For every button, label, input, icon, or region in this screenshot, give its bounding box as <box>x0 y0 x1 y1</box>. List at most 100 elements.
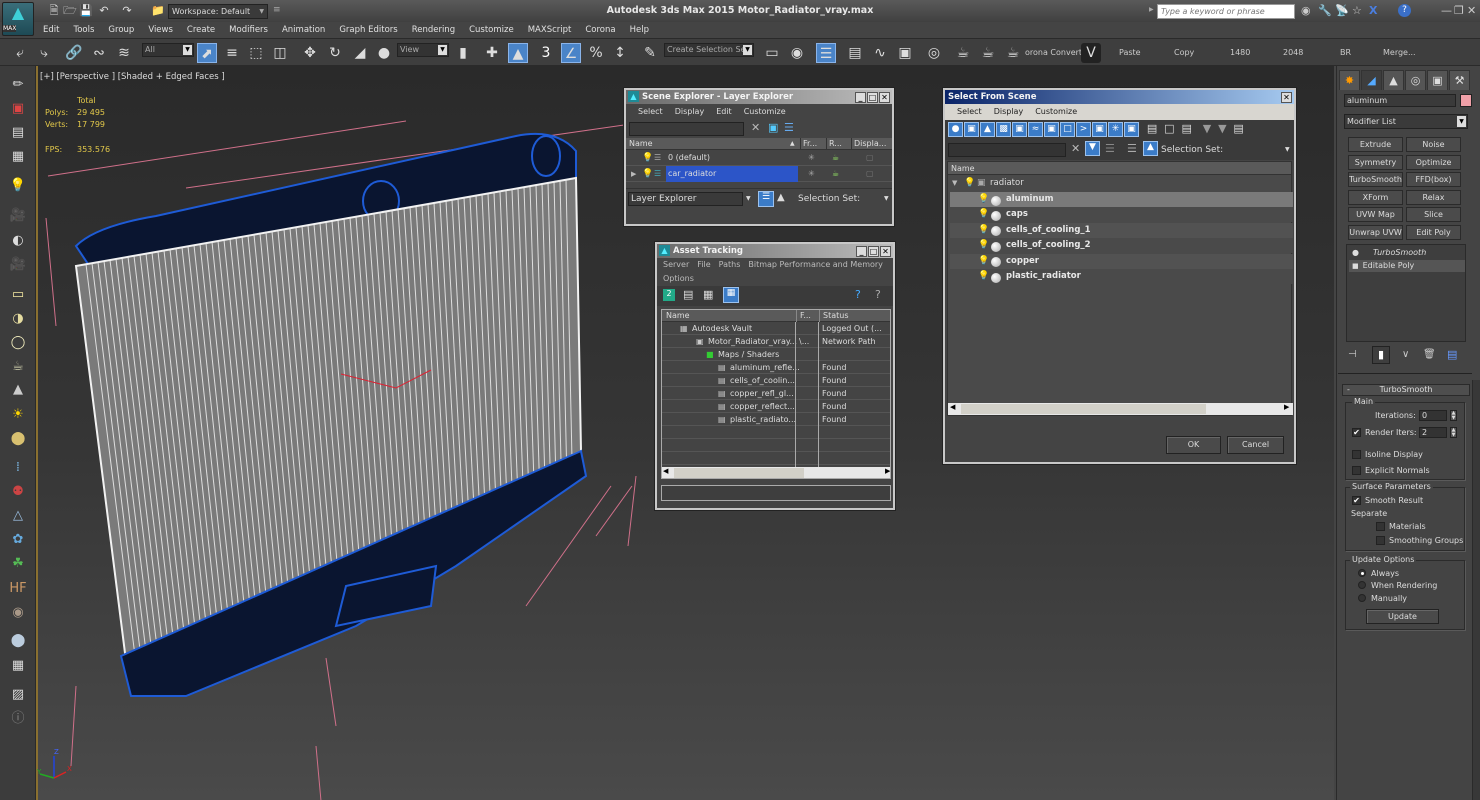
materials-checkbox[interactable] <box>1376 522 1385 531</box>
undo-icon[interactable]: ↶ <box>97 4 111 17</box>
render-iters-spinner[interactable]: 2 <box>1419 427 1447 438</box>
material-editor-icon[interactable]: ◎ <box>924 43 944 63</box>
modifier-button-noise[interactable]: Noise <box>1406 137 1461 152</box>
render-teapot-icon[interactable]: ☕ <box>832 150 839 166</box>
filter-icon[interactable]: ▼ <box>1203 122 1211 135</box>
menu-create[interactable]: Create <box>180 22 222 38</box>
display-invert-icon[interactable]: ▤ <box>1181 122 1191 135</box>
open-file-icon[interactable]: 🗁 <box>63 4 77 17</box>
scene-object-row[interactable]: 💡 cells_of_cooling_1 <box>950 222 1293 238</box>
modifier-button-edit-poly[interactable]: Edit Poly <box>1406 224 1461 240</box>
edit-named-selection-icon[interactable]: ✎ <box>640 43 660 63</box>
display-groups-icon[interactable]: ▣ <box>1044 122 1059 137</box>
layers-icon[interactable]: ☰ <box>1127 142 1137 155</box>
smoothing-groups-checkbox[interactable] <box>1376 536 1385 545</box>
command-panel-scrollbar[interactable] <box>1472 380 1480 800</box>
bind-to-space-warp-icon[interactable]: ≋ <box>114 43 134 63</box>
lightbulb-icon[interactable]: 💡 <box>978 238 989 253</box>
modifier-button-unwrap-uvw[interactable]: Unwrap UVW <box>1348 224 1403 240</box>
lightbulb-icon[interactable]: 💡 <box>978 269 989 284</box>
menu-corona[interactable]: Corona <box>578 22 622 38</box>
menu-edit[interactable]: Edit <box>710 104 738 120</box>
horizontal-scrollbar[interactable]: ◀ ▶ <box>948 403 1293 415</box>
light-lister-icon[interactable]: 💡 <box>8 177 28 195</box>
column-full-path[interactable]: F... <box>796 310 811 322</box>
manipulate-icon[interactable]: ✚ <box>482 43 502 63</box>
scene-explorer-icon[interactable]: ☰ <box>816 43 836 63</box>
forest-icon[interactable]: ✿ <box>8 531 28 549</box>
modifier-list-dropdown[interactable]: Modifier List ▼ <box>1344 114 1468 129</box>
menu-server[interactable]: Server <box>659 260 693 269</box>
update-manually-radio[interactable] <box>1358 594 1366 602</box>
column-name[interactable]: Name <box>629 138 653 150</box>
display-cameras-icon[interactable]: ▩ <box>996 122 1011 137</box>
display-containers-icon[interactable]: ▣ <box>1092 122 1107 137</box>
help-disabled-icon[interactable]: ? <box>875 288 881 301</box>
menu-file[interactable]: File <box>693 260 714 269</box>
column-render[interactable]: R... <box>826 138 842 150</box>
filter-toggle-icon[interactable]: ▼ <box>1085 141 1100 156</box>
ies-light-icon[interactable]: ▲ <box>8 381 28 399</box>
modifier-button-relax[interactable]: Relax <box>1406 189 1461 205</box>
rectangular-selection-icon[interactable]: ⬚ <box>246 43 266 63</box>
scene-object-row[interactable]: 💡 copper <box>950 253 1293 269</box>
binoculars-icon[interactable]: ◉ <box>1301 4 1311 18</box>
paste-button[interactable]: Paste <box>1119 48 1141 57</box>
material-brush-icon[interactable]: ✏ <box>8 76 28 94</box>
dome-camera-icon[interactable]: ◐ <box>8 232 28 250</box>
asset-row[interactable]: ▦ Autodesk Vault Logged Out (... <box>662 322 890 335</box>
resolution-2048-button[interactable]: 2048 <box>1283 48 1303 57</box>
close-button[interactable]: ✕ <box>880 246 891 257</box>
spinner-snap-icon[interactable]: ↕ <box>610 43 630 63</box>
maximize-button[interactable]: □ <box>868 246 879 257</box>
table-view-icon[interactable]: ▦ <box>723 287 739 303</box>
horizontal-scrollbar[interactable]: ◀ ▶ <box>662 467 890 478</box>
rendered-frame-window-icon[interactable]: ☕ <box>978 43 998 63</box>
select-and-scale-icon[interactable]: ◢ <box>350 43 370 63</box>
cancel-button[interactable]: Cancel <box>1227 436 1284 454</box>
customize-qat-icon[interactable]: ≡ <box>273 5 281 15</box>
sphere-primitive-icon[interactable]: ⬤ <box>8 632 28 650</box>
iterations-spinner[interactable]: 0 <box>1419 410 1447 421</box>
modifier-button-uvw-map[interactable]: UVW Map <box>1348 207 1403 222</box>
refresh-icon[interactable]: 2 <box>663 289 675 301</box>
close-icon[interactable]: ✕ <box>1467 4 1476 18</box>
scene-object-row[interactable]: 💡 caps <box>950 207 1293 223</box>
project-folder-icon[interactable]: 📁 <box>151 4 165 17</box>
configure-modifier-sets-icon[interactable]: ▤ <box>1447 348 1457 361</box>
viewport-label[interactable]: [+] [Perspective ] [Shaded + Edged Faces… <box>40 72 225 82</box>
restore-icon[interactable]: ❐ <box>1454 4 1464 18</box>
merge-button[interactable]: Merge... <box>1383 48 1416 57</box>
chevron-down-icon[interactable]: ▼ <box>1285 146 1290 153</box>
remove-modifier-icon[interactable]: 🗑 <box>1423 349 1436 360</box>
chevron-down-icon[interactable]: ▼ <box>884 195 889 202</box>
select-and-rotate-icon[interactable]: ↻ <box>325 43 345 63</box>
iterations-spinner-arrows[interactable]: ▲ ▼ <box>1450 410 1457 421</box>
asset-row[interactable]: ■ Maps / Shaders <box>662 348 890 361</box>
lightbulb-icon[interactable]: 💡 <box>642 166 653 182</box>
scene-object-row[interactable]: 💡 aluminum <box>950 192 1293 207</box>
window-crossing-icon[interactable]: ◫ <box>270 43 290 63</box>
percent-snap-icon[interactable]: % <box>586 43 606 63</box>
menu-customize[interactable]: Customize <box>462 22 521 38</box>
render-production-icon[interactable]: ☕ <box>1003 43 1023 63</box>
mesh-light-icon[interactable]: ☕ <box>8 358 28 376</box>
lightbulb-icon[interactable]: 💡 <box>978 254 989 269</box>
update-when-rendering-radio[interactable] <box>1358 581 1366 589</box>
find-field[interactable] <box>948 143 1066 157</box>
minimize-button[interactable]: _ <box>855 92 866 103</box>
keyboard-shortcut-override-icon[interactable]: ▲ <box>508 43 528 63</box>
asset-row[interactable]: ▤ aluminum_refle... Found <box>662 361 890 374</box>
ox-icon[interactable]: ◉ <box>8 604 28 622</box>
lightbulb-icon[interactable]: 💡 <box>642 150 653 166</box>
copy-button[interactable]: Copy <box>1174 48 1194 57</box>
menu-customize[interactable]: Customize <box>1029 104 1083 120</box>
object-color-swatch[interactable] <box>1460 94 1472 107</box>
dome-light-icon[interactable]: ◑ <box>8 310 28 328</box>
scroll-left-icon[interactable]: ◀ <box>950 403 955 411</box>
scroll-left-icon[interactable]: ◀ <box>663 467 668 475</box>
sun-icon[interactable]: ☀ <box>8 406 28 424</box>
display-hidden-icon[interactable]: ▣ <box>1124 122 1139 137</box>
display-none-icon[interactable]: □ <box>1164 122 1174 135</box>
help-icon[interactable]: ⓘ <box>8 710 28 728</box>
